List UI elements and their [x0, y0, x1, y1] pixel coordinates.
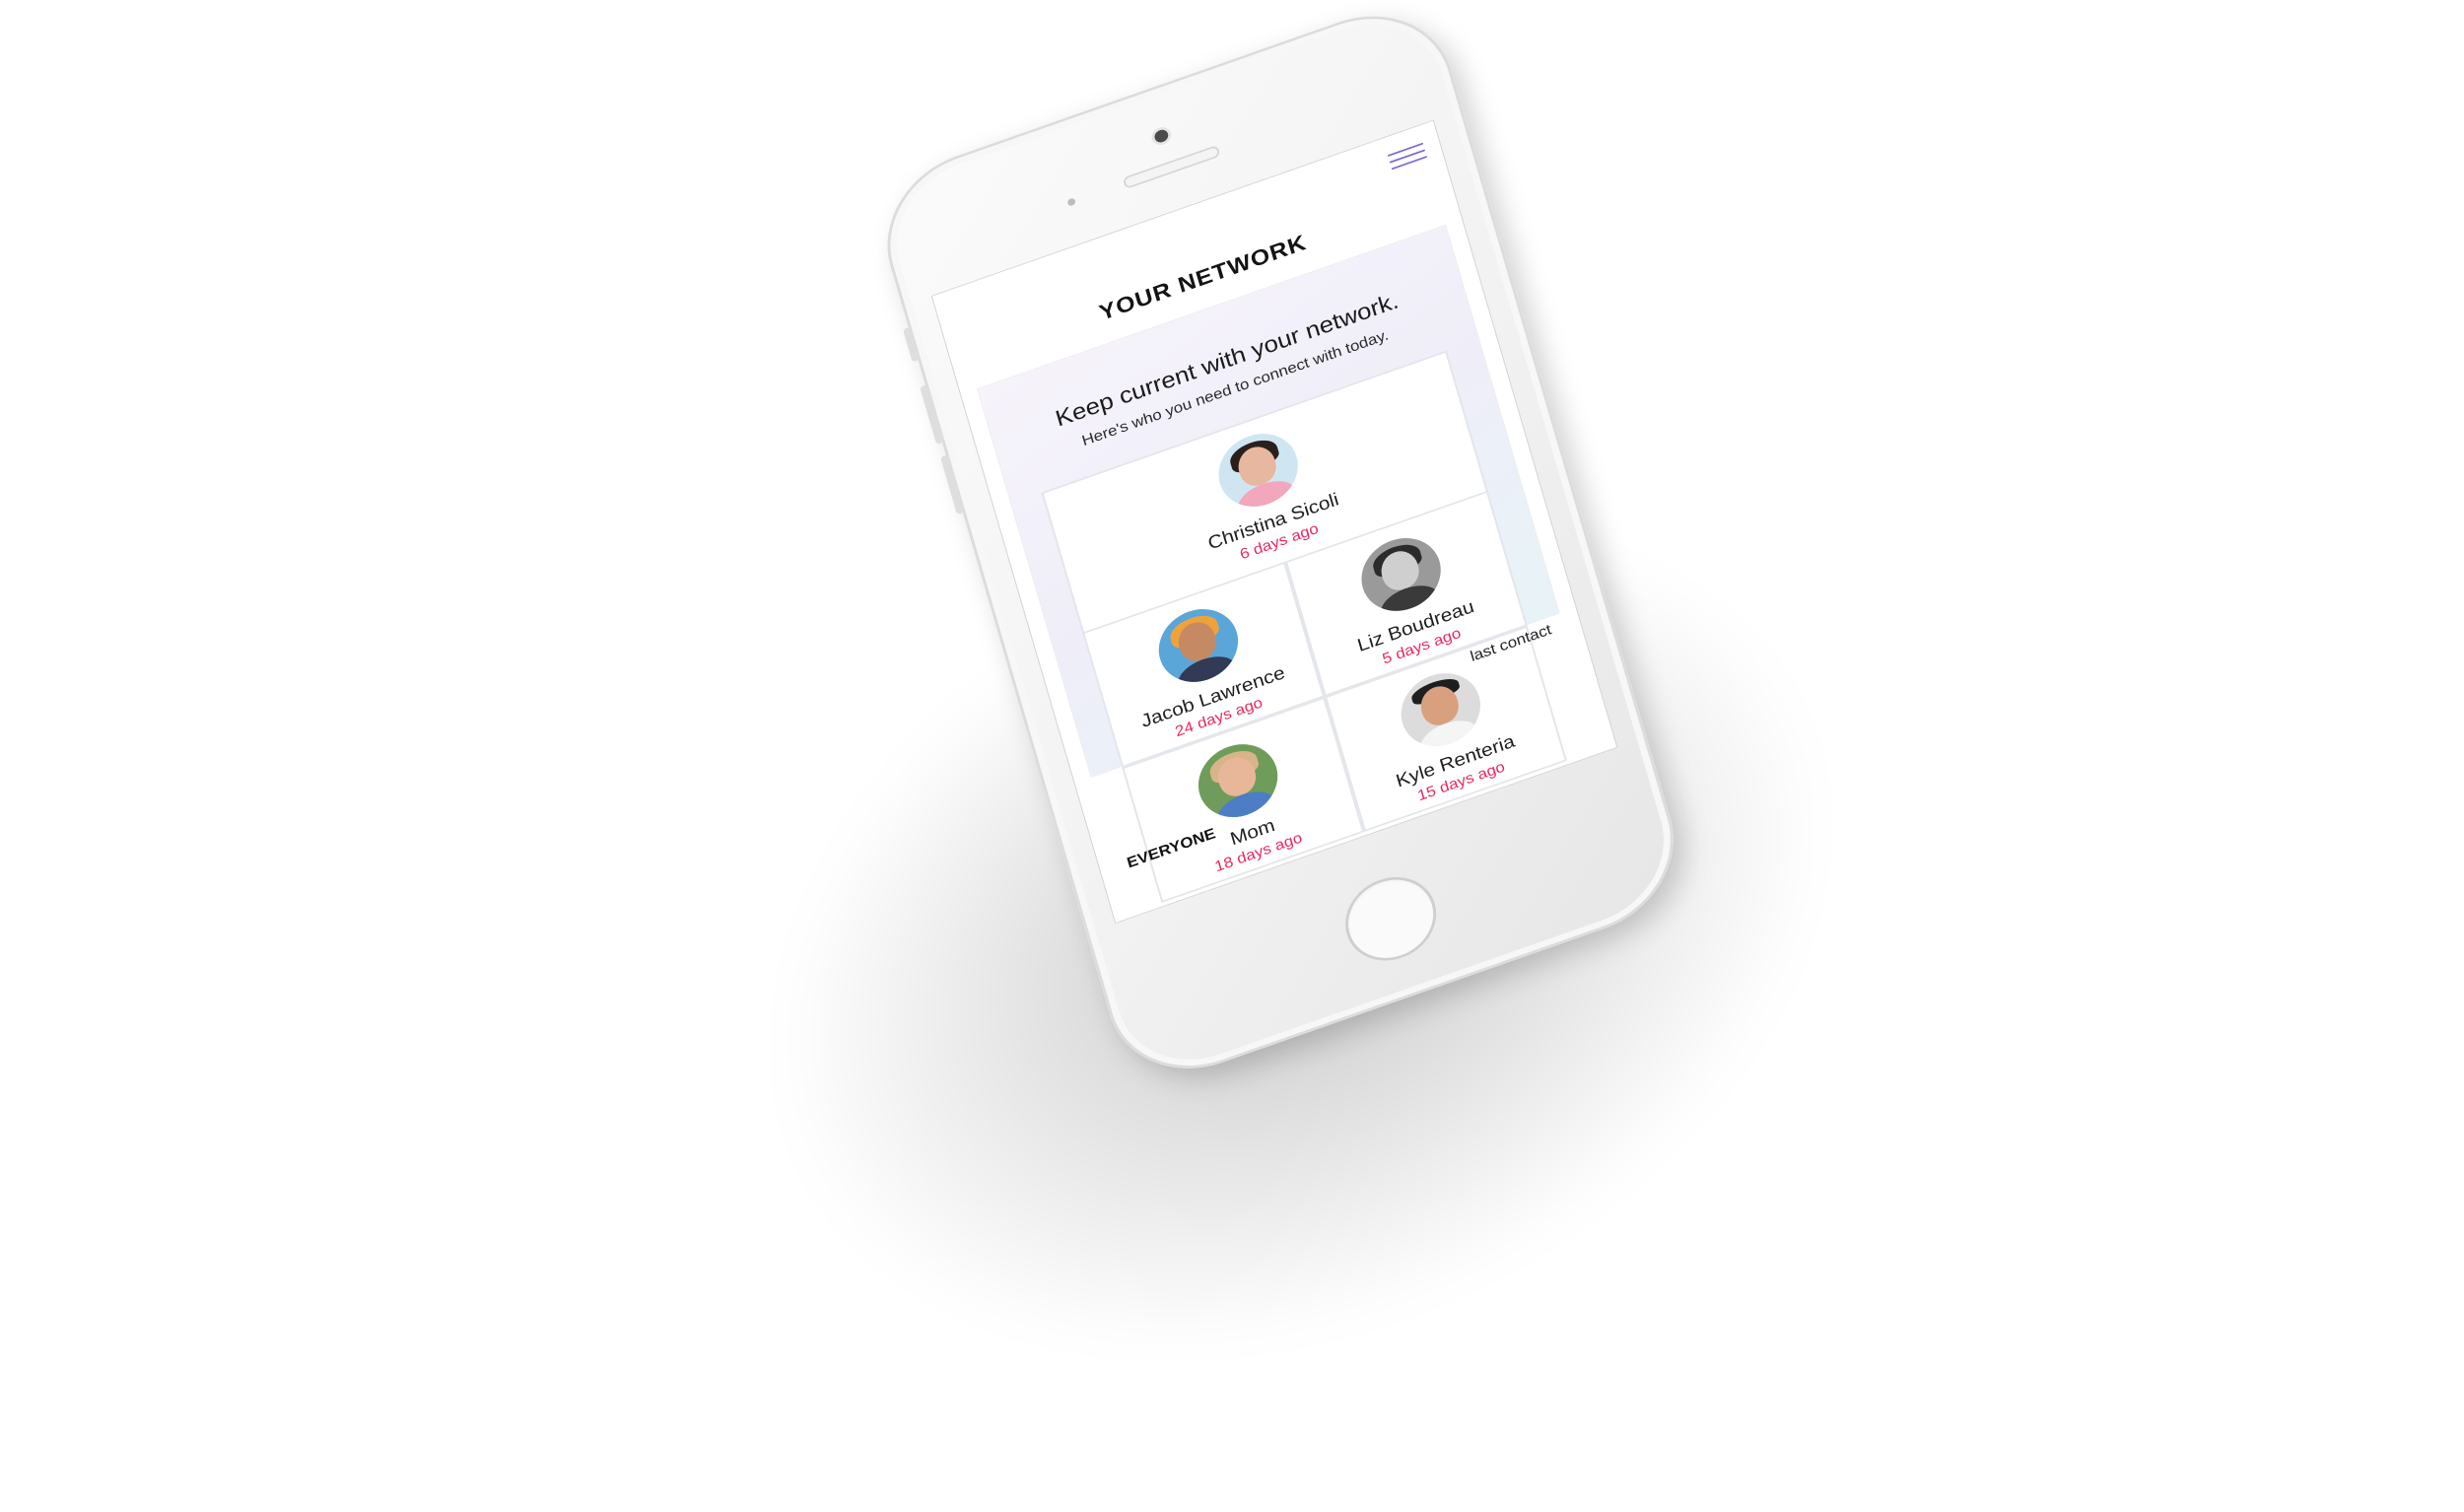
menu-button[interactable]	[1382, 135, 1433, 178]
volume-down-button	[939, 454, 965, 515]
home-button[interactable]	[1335, 864, 1447, 974]
app-screen: YOUR NETWORK Keep current with your netw…	[931, 120, 1617, 923]
earpiece-speaker	[1122, 144, 1221, 190]
proximity-sensor	[1066, 197, 1076, 207]
avatar	[1209, 423, 1307, 517]
phone-device: YOUR NETWORK Keep current with your netw…	[867, 0, 1694, 1094]
hamburger-icon	[1387, 142, 1424, 157]
avatar	[1352, 527, 1450, 622]
volume-up-button	[920, 383, 944, 446]
mockup-stage: YOUR NETWORK Keep current with your netw…	[0, 0, 2464, 1386]
avatar	[1189, 733, 1286, 829]
mute-switch	[902, 326, 921, 363]
network-panel: Keep current with your network. Here's w…	[978, 225, 1565, 901]
front-camera-icon	[1153, 127, 1170, 145]
avatar	[1392, 662, 1489, 758]
avatar	[1149, 598, 1247, 693]
